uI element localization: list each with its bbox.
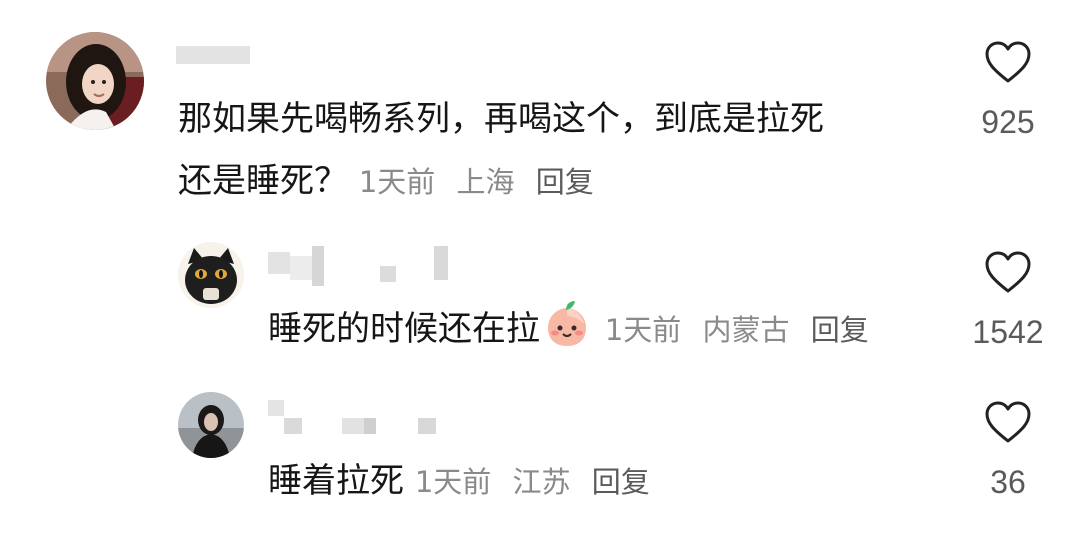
comment-text: 睡着拉死 1天前 江苏 回复: [268, 461, 650, 501]
like-count: 1542: [972, 314, 1044, 350]
avatar-black-cat-icon: [178, 242, 244, 308]
heart-icon: [985, 41, 1031, 83]
comment-time: 1天前: [604, 313, 682, 347]
comment-meta: 1天前 内蒙古 回复: [605, 313, 869, 347]
like-button[interactable]: 36: [953, 400, 1063, 502]
avatar-woman-photo-icon: [46, 32, 144, 130]
comment-text: 睡死的时候还在拉 1天前 内蒙古 回复: [268, 298, 869, 368]
like-count: 925: [981, 104, 1035, 140]
user-avatar[interactable]: [178, 242, 244, 308]
comment-reply-item: 睡着拉死 1天前 江苏 回复 36: [0, 380, 1080, 534]
comment-meta: 1天前 江苏 回复: [415, 465, 650, 499]
comment-meta: 1天前 上海 回复: [359, 165, 594, 199]
heart-icon: [985, 401, 1031, 443]
reply-button[interactable]: 回复: [811, 313, 869, 347]
avatar-woman-beach-photo-icon: [178, 392, 244, 458]
comment-time: 1天前: [358, 165, 436, 199]
username-obscured: [268, 246, 468, 286]
comment-time: 1天前: [414, 465, 492, 499]
comment-location: 江苏: [512, 465, 571, 499]
comment-text-line2: 还是睡死？ 1天前 上海 回复: [178, 161, 594, 201]
reply-button[interactable]: 回复: [592, 465, 650, 499]
user-avatar[interactable]: [46, 32, 144, 130]
like-count: 36: [990, 464, 1026, 500]
heart-icon: [985, 251, 1031, 293]
comment-text: 那如果先喝畅系列，再喝这个，到底是拉死: [178, 99, 824, 139]
like-button[interactable]: 1542: [953, 250, 1063, 352]
comment-reply-item: 睡死的时候还在拉 1天前 内蒙古 回复 1542: [0, 230, 1080, 380]
comment-item: 那如果先喝畅系列，再喝这个，到底是拉死 还是睡死？ 1天前 上海 回复 925: [0, 0, 1080, 230]
reply-button[interactable]: 回复: [536, 165, 594, 199]
like-button[interactable]: 925: [953, 40, 1063, 142]
user-avatar[interactable]: [178, 392, 244, 458]
comment-location: 上海: [456, 165, 515, 199]
username-obscured: [268, 400, 448, 436]
smiling-peach-emoji-icon: [542, 298, 592, 368]
username-obscured: [176, 44, 256, 66]
comment-location: 内蒙古: [702, 313, 790, 347]
